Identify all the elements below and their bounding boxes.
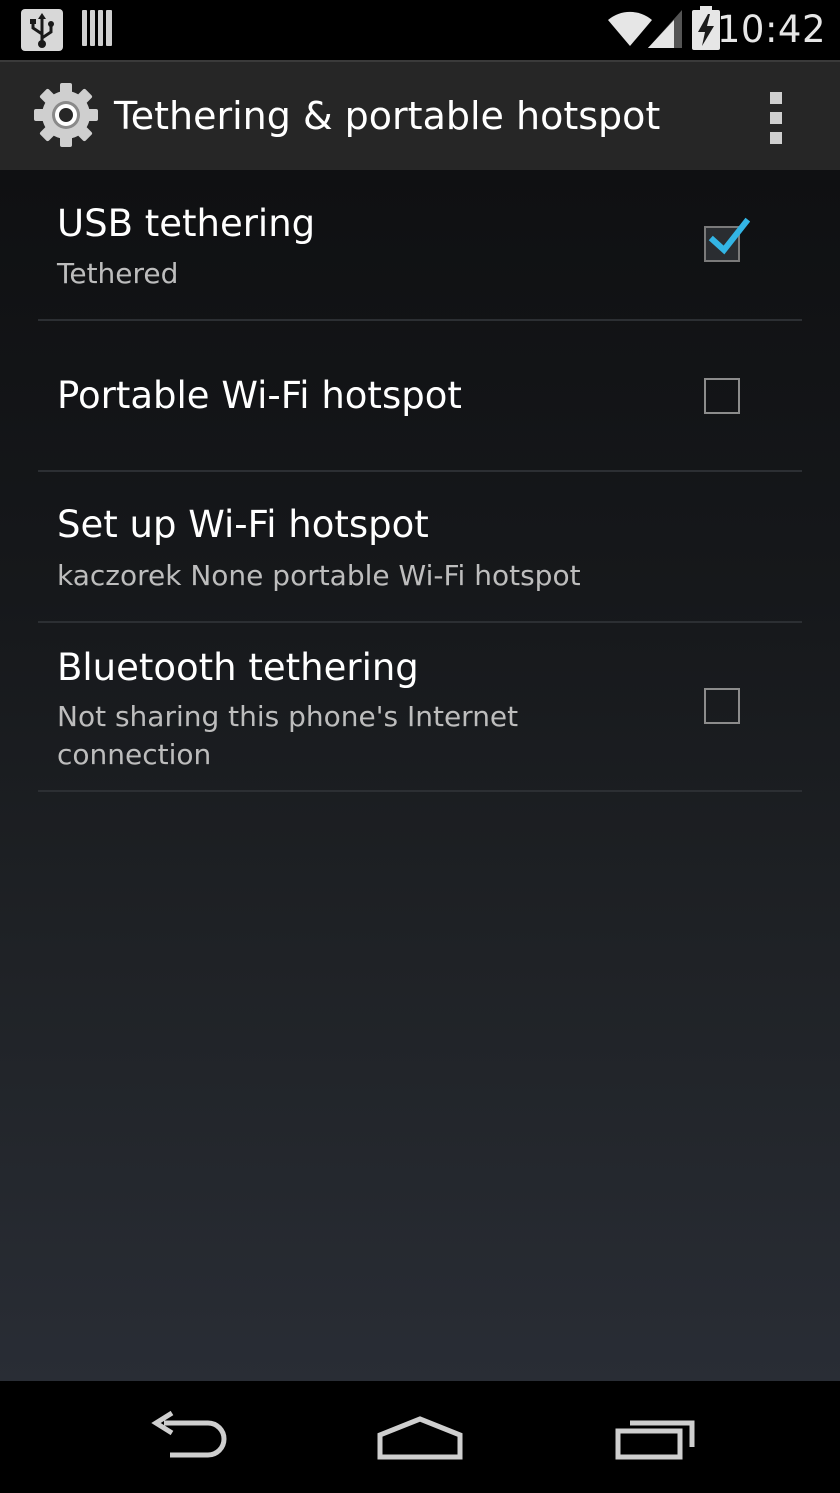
page-title: Tethering & portable hotspot [114, 94, 661, 138]
status-time: 10:42 [716, 8, 826, 51]
pref-title: USB tethering [57, 202, 316, 245]
pref-title: Set up Wi-Fi hotspot [57, 503, 429, 546]
preferences-list: USB tethering Tethered Portable Wi-Fi ho… [0, 170, 840, 1381]
back-icon[interactable] [134, 1407, 244, 1467]
usb-debug-icon [20, 8, 64, 56]
barcode-icon [82, 8, 114, 52]
pref-setup-wifi-hotspot[interactable]: Set up Wi-Fi hotspot kaczorek None porta… [38, 472, 802, 623]
pref-title: Portable Wi-Fi hotspot [57, 374, 462, 417]
navigation-bar [0, 1381, 840, 1493]
wifi-signal-icon [606, 10, 654, 50]
usb-tethering-checkbox[interactable] [704, 217, 750, 262]
pref-portable-wifi-hotspot[interactable]: Portable Wi-Fi hotspot [38, 321, 802, 472]
pref-bluetooth-tethering[interactable]: Bluetooth tethering Not sharing this pho… [38, 623, 802, 792]
overflow-menu-icon[interactable] [756, 90, 796, 146]
wifi-hotspot-checkbox[interactable] [704, 378, 740, 414]
settings-gear-icon[interactable] [30, 79, 102, 151]
cell-signal-icon [648, 8, 684, 52]
pref-summary-line2: connection [57, 738, 212, 771]
home-icon[interactable] [366, 1407, 476, 1467]
checkmark-icon [708, 217, 750, 255]
action-bar: Tethering & portable hotspot [0, 60, 840, 170]
pref-summary: kaczorek None portable Wi-Fi hotspot [57, 559, 581, 592]
bluetooth-tethering-checkbox[interactable] [704, 688, 740, 724]
battery-charging-icon [692, 6, 720, 54]
pref-summary-line1: Not sharing this phone's Internet [57, 700, 519, 733]
recent-apps-icon[interactable] [600, 1407, 710, 1467]
status-bar: 10:42 [0, 0, 840, 60]
pref-title: Bluetooth tethering [57, 646, 419, 689]
pref-summary: Tethered [57, 257, 179, 290]
screen: 10:42 Tethering & portable hotspot USB t… [0, 0, 840, 1493]
pref-usb-tethering[interactable]: USB tethering Tethered [38, 170, 802, 321]
